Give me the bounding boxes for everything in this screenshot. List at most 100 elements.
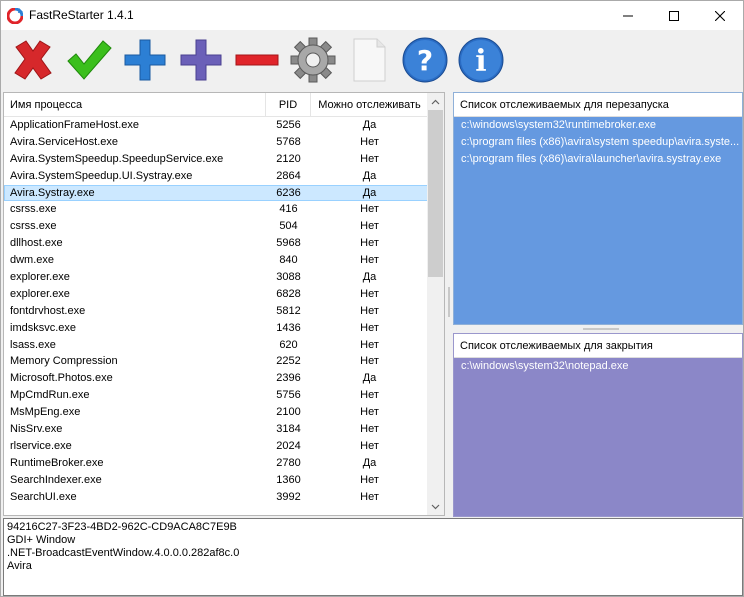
table-row[interactable]: fontdrvhost.exe 5812 Нет (4, 303, 428, 320)
cell-name: imdsksvc.exe (10, 321, 77, 334)
cell-pid: 3992 (276, 490, 301, 503)
add-close-button[interactable] (175, 32, 227, 88)
column-header-pid[interactable]: PID (266, 93, 311, 117)
scroll-thumb[interactable] (428, 110, 443, 277)
table-row[interactable]: SearchIndexer.exe 1360 Нет (4, 472, 428, 489)
process-list-scrollbar[interactable] (427, 93, 444, 515)
table-row[interactable]: SearchUI.exe 3992 Нет (4, 489, 428, 506)
cell-pid: 5812 (276, 304, 301, 317)
list-item[interactable]: c:\windows\system32\notepad.exe (454, 358, 742, 375)
restart-list-items: c:\windows\system32\runtimebroker.exe c:\… (454, 117, 742, 168)
table-row[interactable]: MpCmdRun.exe 5756 Нет (4, 387, 428, 404)
minimize-icon (623, 15, 633, 16)
table-row[interactable]: rlservice.exe 2024 Нет (4, 438, 428, 455)
cell-track: Да (362, 186, 377, 199)
table-row[interactable]: csrss.exe 416 Нет (4, 201, 428, 218)
new-document-button[interactable] (343, 32, 395, 88)
window-info-text[interactable]: 94216C27-3F23-4BD2-962C-CD9ACA8C7E9B GDI+… (3, 518, 743, 596)
table-row[interactable]: Avira.Systray.exe 6236 Да (4, 184, 428, 202)
table-row[interactable]: NisSrv.exe 3184 Нет (4, 421, 428, 438)
svg-text:?: ? (417, 44, 433, 77)
cell-pid: 3184 (276, 423, 301, 436)
info-line: GDI+ Window (7, 534, 76, 546)
window-title: FastReStarter 1.4.1 (29, 8, 134, 22)
scroll-down-button[interactable] (427, 498, 444, 515)
cell-track: Да (362, 119, 377, 131)
table-row[interactable]: MsMpEng.exe 2100 Нет (4, 404, 428, 421)
cell-track: Нет (360, 203, 379, 216)
apply-button[interactable] (63, 32, 115, 88)
remove-button[interactable] (7, 32, 59, 88)
list-item[interactable]: c:\program files (x86)\avira\launcher\av… (454, 151, 742, 168)
maximize-icon (669, 10, 679, 21)
table-row[interactable]: Avira.ServiceHost.exe 5768 Нет (4, 134, 428, 151)
cell-name: ApplicationFrameHost.exe (10, 119, 140, 131)
cell-track: Нет (360, 254, 379, 267)
vertical-splitter[interactable] (447, 92, 452, 516)
process-list[interactable]: Имя процесса PID Можно отслеживать Appli… (3, 92, 445, 516)
horizontal-splitter[interactable] (453, 325, 743, 333)
close-list-panel[interactable]: Список отслеживаемых для закрытия c:\win… (453, 333, 743, 517)
close-icon (715, 10, 725, 21)
cell-track: Нет (360, 304, 379, 317)
minimize-button[interactable] (605, 1, 651, 30)
info-button[interactable]: i (455, 32, 507, 88)
cell-track: Нет (360, 338, 379, 351)
table-row[interactable]: csrss.exe 504 Нет (4, 218, 428, 235)
green-check-icon (67, 40, 112, 80)
cell-pid: 840 (279, 254, 298, 267)
settings-button[interactable] (287, 32, 339, 88)
table-row[interactable]: Memory Compression 2252 Нет (4, 353, 428, 370)
scroll-up-button[interactable] (427, 93, 444, 110)
blue-plus-icon (124, 39, 166, 81)
table-row[interactable]: Avira.SystemSpeedup.UI.Systray.exe 2864 Да (4, 168, 428, 185)
remove-item-button[interactable] (231, 32, 283, 88)
list-item[interactable]: c:\windows\system32\runtimebroker.exe (454, 117, 742, 134)
restart-list-panel[interactable]: Список отслеживаемых для перезапуска c:\… (453, 92, 743, 325)
cell-track: Нет (360, 389, 379, 402)
table-row[interactable]: dllhost.exe 5968 Нет (4, 235, 428, 252)
list-item[interactable]: c:\program files (x86)\avira\system spee… (454, 134, 742, 151)
close-window-button[interactable] (697, 1, 743, 30)
purple-plus-icon (180, 39, 222, 81)
cell-pid: 2120 (276, 152, 301, 165)
cell-pid: 620 (279, 338, 298, 351)
cell-pid: 2024 (276, 439, 301, 452)
process-list-header: Имя процесса PID Можно отслеживать (4, 93, 428, 117)
help-button[interactable]: ? (399, 32, 451, 88)
table-row[interactable]: ApplicationFrameHost.exe 5256 Да (4, 117, 428, 134)
cell-name: RuntimeBroker.exe (10, 456, 104, 469)
table-row[interactable]: imdsksvc.exe 1436 Нет (4, 320, 428, 337)
cell-track: Да (362, 456, 377, 469)
table-row[interactable]: explorer.exe 6828 Нет (4, 286, 428, 303)
table-row[interactable]: Microsoft.Photos.exe 2396 Да (4, 370, 428, 387)
cell-pid: 5756 (276, 389, 301, 402)
title-bar: FastReStarter 1.4.1 (1, 1, 743, 30)
cell-name: Microsoft.Photos.exe (10, 372, 113, 385)
cell-track: Нет (360, 237, 379, 250)
table-row[interactable]: explorer.exe 3088 Да (4, 269, 428, 286)
cell-track: Да (362, 271, 377, 284)
info-line: 94216C27-3F23-4BD2-962C-CD9ACA8C7E9B (7, 521, 237, 533)
cell-name: SearchUI.exe (10, 490, 77, 503)
column-header-trackable[interactable]: Можно отслеживать (311, 93, 428, 117)
blank-page-icon (353, 38, 386, 82)
table-row[interactable]: lsass.exe 620 Нет (4, 337, 428, 354)
cell-pid: 5768 (276, 135, 301, 148)
table-row[interactable]: RuntimeBroker.exe 2780 Да (4, 455, 428, 472)
cell-pid: 6236 (276, 186, 301, 199)
red-x-icon (14, 40, 52, 80)
column-header-name[interactable]: Имя процесса (4, 93, 266, 117)
toolbar: ? i (1, 30, 743, 90)
help-icon: ? (402, 37, 448, 83)
table-row[interactable]: dwm.exe 840 Нет (4, 252, 428, 269)
close-list-title: Список отслеживаемых для закрытия (454, 334, 742, 358)
cell-name: rlservice.exe (10, 439, 72, 452)
cell-name: Avira.ServiceHost.exe (10, 135, 119, 148)
cell-track: Нет (360, 135, 379, 148)
add-restart-button[interactable] (119, 32, 171, 88)
info-icon: i (458, 37, 504, 83)
svg-text:i: i (475, 44, 486, 79)
table-row[interactable]: Avira.SystemSpeedup.SpeedupService.exe 21… (4, 151, 428, 168)
maximize-button[interactable] (651, 1, 697, 30)
